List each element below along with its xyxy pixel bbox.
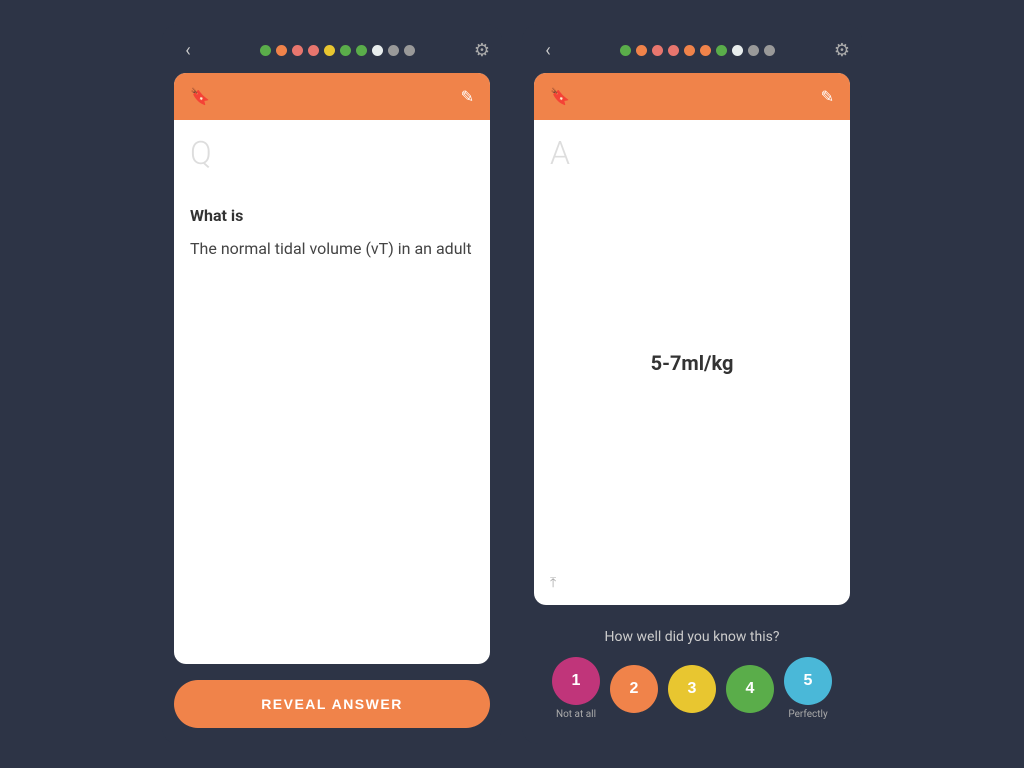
left-progress-dots	[260, 45, 415, 56]
right-dot-5	[684, 45, 695, 56]
left-dot-10	[404, 45, 415, 56]
left-dot-2	[276, 45, 287, 56]
left-edit-icon[interactable]: ✎	[461, 87, 474, 106]
right-dot-3	[652, 45, 663, 56]
left-dot-6	[340, 45, 351, 56]
rating-label-1: Not at all	[556, 709, 596, 720]
left-bookmark-icon[interactable]: 🔖	[190, 87, 210, 106]
right-dot-7	[716, 45, 727, 56]
right-dot-2	[636, 45, 647, 56]
left-dot-7	[356, 45, 367, 56]
left-card-body: Q What is The normal tidal volume (vT) i…	[174, 120, 490, 664]
left-dot-5	[324, 45, 335, 56]
rating-group-3: 3	[668, 665, 716, 713]
right-settings-icon[interactable]: ⚙	[834, 40, 850, 61]
left-settings-icon[interactable]: ⚙	[474, 40, 490, 61]
right-card-body: A 5-7ml/kg ⤒	[534, 120, 850, 605]
right-top-bar: ‹ ⚙	[534, 40, 850, 61]
left-dot-1	[260, 45, 271, 56]
rating-group-1: 1 Not at all	[552, 657, 600, 720]
right-bookmark-icon[interactable]: 🔖	[550, 87, 570, 106]
left-card-header: 🔖 ✎	[174, 73, 490, 120]
chevron-up-icon[interactable]: ⤒	[550, 575, 556, 591]
rating-group-2: 2	[610, 665, 658, 713]
right-progress-dots	[620, 45, 775, 56]
left-card-content: What is The normal tidal volume (vT) in …	[190, 196, 474, 271]
right-dot-9	[748, 45, 759, 56]
rating-button-4[interactable]: 4	[726, 665, 774, 713]
rating-button-2[interactable]: 2	[610, 665, 658, 713]
rating-button-3[interactable]: 3	[668, 665, 716, 713]
right-dot-8	[732, 45, 743, 56]
right-dot-10	[764, 45, 775, 56]
right-panel: ‹ ⚙ 🔖 ✎ A 5-7ml/kg ⤒ How well did you kn…	[522, 24, 862, 744]
rating-group-5: 5 Perfectly	[784, 657, 832, 720]
left-top-bar: ‹ ⚙	[174, 40, 490, 61]
right-answer-content: 5-7ml/kg	[550, 136, 834, 589]
right-card-header: 🔖 ✎	[534, 73, 850, 120]
left-dot-3	[292, 45, 303, 56]
rating-section: How well did you know this? 1 Not at all 2…	[534, 621, 850, 728]
right-dot-6	[700, 45, 711, 56]
right-dot-1	[620, 45, 631, 56]
reveal-answer-button[interactable]: REVEAL ANSWER	[174, 680, 490, 728]
left-card-type-label: Q	[190, 134, 212, 172]
right-edit-icon[interactable]: ✎	[821, 87, 834, 106]
rating-label-5: Perfectly	[788, 709, 827, 720]
left-back-button[interactable]: ‹	[174, 40, 202, 61]
right-back-button[interactable]: ‹	[534, 40, 562, 61]
right-answer-text: 5-7ml/kg	[651, 351, 734, 375]
rating-button-1[interactable]: 1	[552, 657, 600, 705]
left-panel: ‹ ⚙ 🔖 ✎ Q What is The normal tidal volum…	[162, 24, 502, 744]
left-dot-9	[388, 45, 399, 56]
left-dot-4	[308, 45, 319, 56]
right-card-type-label: A	[550, 134, 570, 172]
right-flashcard: 🔖 ✎ A 5-7ml/kg ⤒	[534, 73, 850, 605]
right-dot-4	[668, 45, 679, 56]
left-flashcard: 🔖 ✎ Q What is The normal tidal volume (v…	[174, 73, 490, 664]
left-question-body: The normal tidal volume (vT) in an adult	[190, 237, 474, 261]
rating-buttons-row: 1 Not at all 2345 Perfectly	[552, 657, 832, 720]
rating-group-4: 4	[726, 665, 774, 713]
left-question-what: What is	[190, 206, 474, 225]
left-dot-8	[372, 45, 383, 56]
rating-button-5[interactable]: 5	[784, 657, 832, 705]
rating-question-label: How well did you know this?	[605, 629, 780, 645]
